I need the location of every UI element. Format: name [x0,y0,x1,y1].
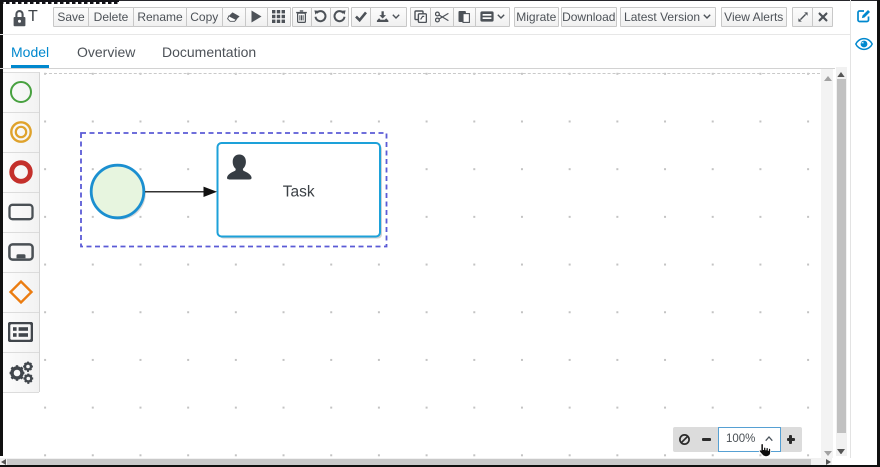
svg-text:Task: Task [283,184,315,201]
